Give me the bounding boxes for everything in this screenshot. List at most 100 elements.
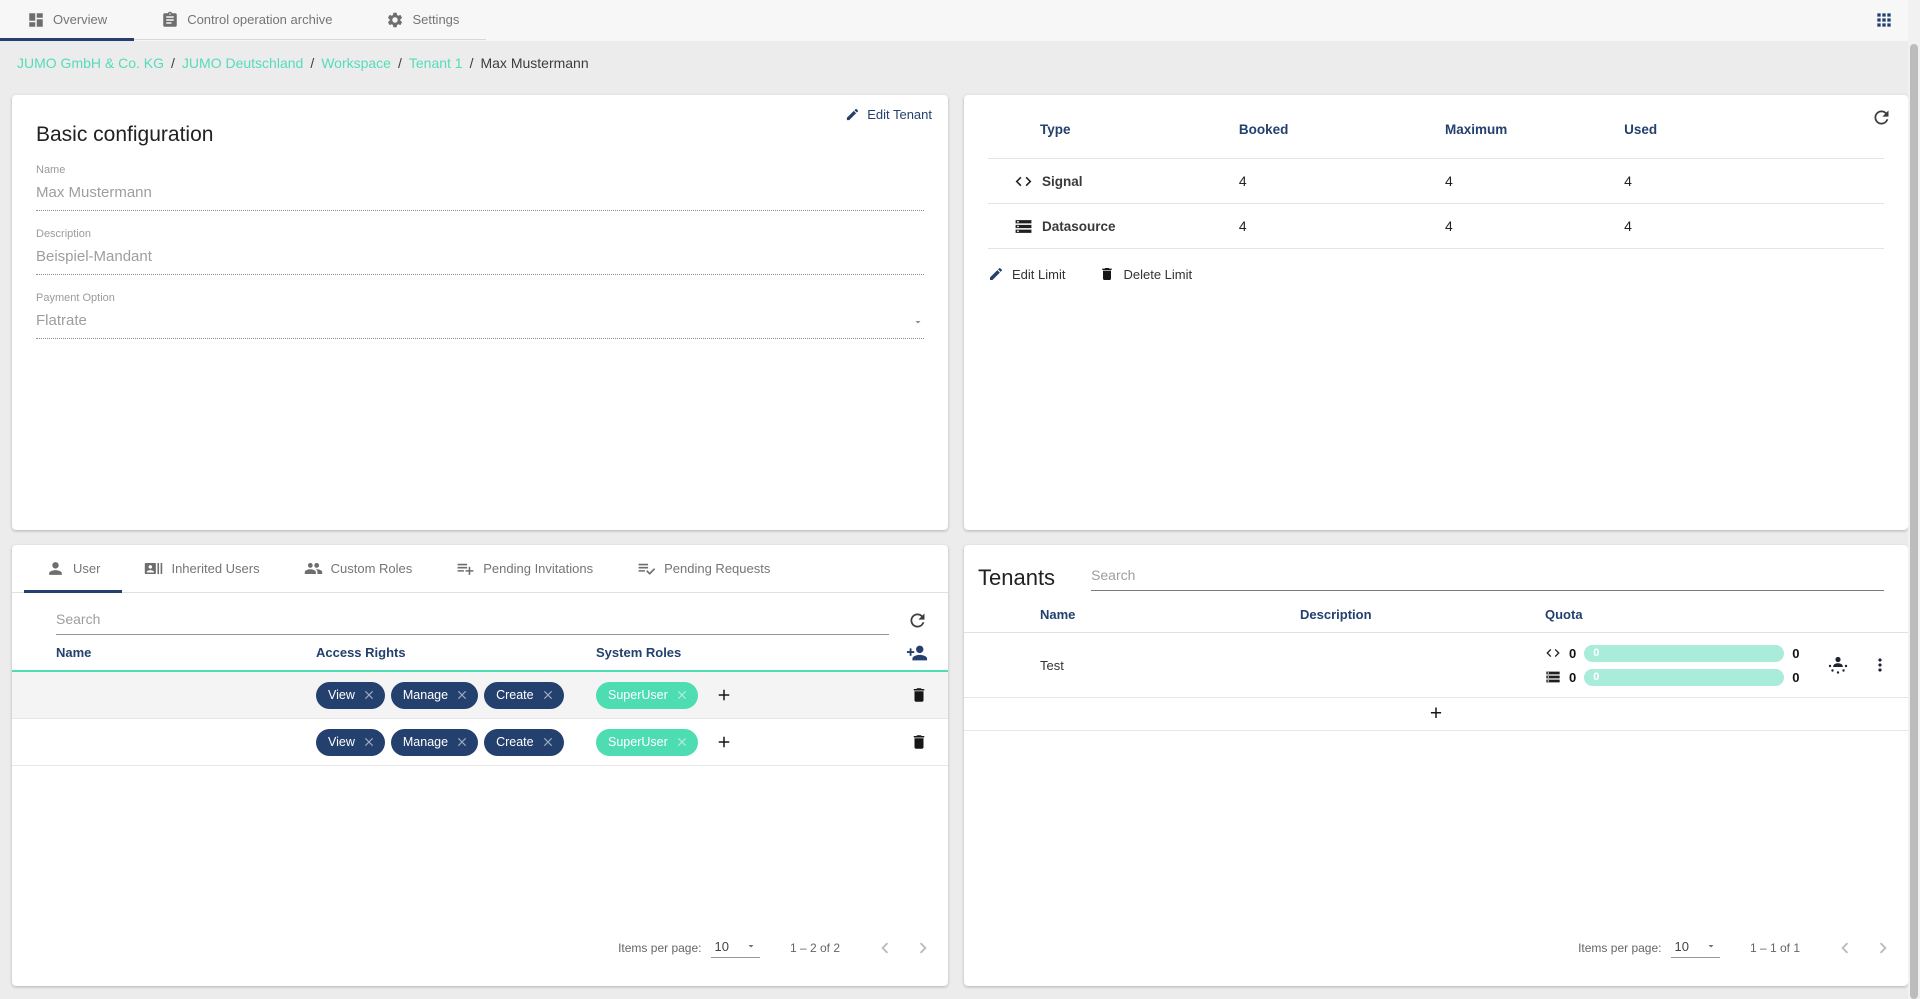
page-size-select[interactable]: 10 [711,939,760,958]
system-role-chip[interactable]: SuperUser [596,681,698,709]
payment-option-select[interactable]: Flatrate [36,304,924,339]
page-size-select[interactable]: 10 [1671,939,1720,958]
column-header-booked: Booked [1238,122,1289,137]
breadcrumb-link-tenant[interactable]: Tenant 1 [409,55,463,71]
content-grid: Edit Tenant Basic configuration Name Max… [12,95,1908,986]
apps-grid-icon[interactable] [1874,10,1894,30]
tab-inherited-users[interactable]: Inherited Users [122,545,281,592]
column-header-name: Name [1040,606,1076,622]
tenants-header-row: Tenants [964,545,1908,591]
trash-icon[interactable] [910,686,928,704]
limit-type-label: Datasource [1042,218,1116,234]
trash-icon[interactable] [910,733,928,751]
person-add-icon[interactable] [906,642,928,664]
add-tenant-button[interactable]: + [964,698,1908,731]
chip-close-icon[interactable] [362,688,376,702]
column-header-access-rights: Access Rights [316,645,406,660]
next-page-icon[interactable] [912,937,934,959]
scrollbar-thumb[interactable] [1910,44,1918,999]
search-input[interactable] [56,607,889,635]
access-right-chip[interactable]: Create [484,728,564,756]
chip-close-icon[interactable] [675,735,689,749]
tab-label: Overview [53,12,108,27]
chip-close-icon[interactable] [455,735,469,749]
tenants-paginator: Items per page: 10 1 – 1 of 1 [964,937,1908,986]
card-title: Tenants [978,565,1056,590]
name-field: Name Max Mustermann [36,164,924,211]
refresh-icon[interactable] [1871,107,1892,128]
description-field: Description Beispiel-Mandant [36,228,924,275]
breadcrumb-link-workspace[interactable]: Workspace [321,55,391,71]
field-label: Name [36,164,66,176]
table-row[interactable]: View Manage Create SuperUser [12,719,948,766]
tab-label: Custom Roles [330,561,413,576]
table-row-signal[interactable]: Signal 4 4 4 [988,159,1884,204]
quota-cell: 0 0 0 0 0 0 [1545,644,1892,686]
access-rights-chips: View Manage Create [316,728,596,756]
search-input[interactable] [1091,563,1884,591]
chip-close-icon[interactable] [541,688,555,702]
tab-pending-requests[interactable]: Pending Requests [615,545,792,592]
payment-option-field: Payment Option Flatrate [36,292,924,339]
vertical-scrollbar[interactable] [1908,0,1920,999]
tab-label: Inherited Users [171,561,260,576]
maximum-value: 4 [1444,173,1453,189]
access-right-chip[interactable]: Manage [390,681,479,709]
dropdown-caret-icon [1705,940,1717,952]
tab-pending-invitations[interactable]: Pending Invitations [434,545,615,592]
more-vert-icon[interactable] [1870,655,1890,675]
previous-page-icon[interactable] [874,937,896,959]
quota-progress-bar: 0 [1584,644,1785,662]
tab-user[interactable]: User [24,545,123,593]
breadcrumb-separator: / [397,55,402,71]
tab-custom-roles[interactable]: Custom Roles [282,545,435,592]
person-icon [46,559,65,578]
refresh-icon[interactable] [907,610,928,631]
users-search-row [12,593,948,635]
add-role-icon[interactable] [715,733,733,751]
add-role-icon[interactable] [715,686,733,704]
access-right-chip[interactable]: View [316,728,385,756]
main-tab-group: Overview Control operation archive Setti… [0,0,487,41]
breadcrumb-link-organization[interactable]: JUMO Deutschland [182,55,303,71]
code-icon [1014,172,1033,191]
limit-type-label: Signal [1042,173,1083,189]
breadcrumb-current: Max Mustermann [480,55,589,71]
tab-overview[interactable]: Overview [0,0,135,41]
chip-close-icon[interactable] [541,735,555,749]
used-value: 4 [1624,218,1632,234]
table-row-datasource[interactable]: Datasource 4 4 4 [988,204,1884,249]
breadcrumb-separator: / [469,55,474,71]
quota-used-value: 0 [1569,645,1577,661]
next-page-icon[interactable] [1872,937,1894,959]
breadcrumb-link-company[interactable]: JUMO GmbH & Co. KG [17,55,164,71]
chip-close-icon[interactable] [362,735,376,749]
access-right-chip[interactable]: View [316,681,385,709]
storage-icon [1014,217,1033,236]
system-role-chip[interactable]: SuperUser [596,728,698,756]
storage-icon [1545,669,1561,685]
delete-limit-button[interactable]: Delete Limit [1099,266,1192,282]
playlist-add-icon [456,559,475,578]
chip-close-icon[interactable] [455,688,469,702]
tenants-table-header: Name Description Quota [964,596,1908,633]
edit-tenant-button[interactable]: Edit Tenant [845,107,932,122]
dashboard-icon [27,11,45,29]
table-row[interactable]: Test 0 0 0 0 0 0 [964,633,1908,698]
tab-label: Settings [412,12,460,27]
table-row[interactable]: View Manage Create SuperUser [12,672,948,719]
chip-close-icon[interactable] [675,688,689,702]
tab-control-operation-archive[interactable]: Control operation archive [134,0,359,39]
edit-limit-button[interactable]: Edit Limit [988,266,1065,282]
maximum-value: 4 [1444,218,1453,234]
limits-card: Type Booked Maximum Used Signal 4 4 4 Da… [964,95,1908,530]
access-right-chip[interactable]: Create [484,681,564,709]
quota-max-value: 0 [1792,645,1800,661]
previous-page-icon[interactable] [1834,937,1856,959]
page-range-label: 1 – 2 of 2 [789,941,840,955]
assigned-users-icon[interactable] [1826,653,1850,677]
access-right-chip[interactable]: Manage [390,728,479,756]
column-header-name: Name [56,645,92,660]
pencil-icon [988,266,1004,282]
tab-settings[interactable]: Settings [359,0,486,39]
